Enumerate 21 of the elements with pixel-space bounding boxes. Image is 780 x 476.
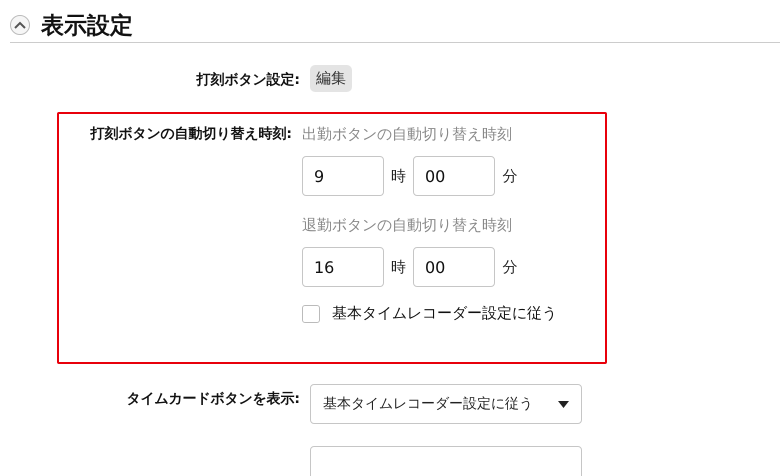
unit-label: 時 [390,166,407,186]
edit-button[interactable]: 編集 [310,65,352,92]
collapse-toggle-icon[interactable] [10,15,30,35]
checkbox-label: 基本タイムレコーダー設定に従う [332,304,557,323]
unit-label: 分 [502,258,518,276]
dropdown[interactable] [310,446,582,476]
unit-label: 分 [502,166,518,186]
field-label: タイムカードボタンを表示: [126,390,300,408]
field-label: 打刻ボタンの自動切り替え時刻: [90,125,292,143]
dropdown[interactable]: 基本タイムレコーダー設定に従う [310,384,582,424]
hour-field[interactable]: 16 [302,247,384,287]
unit-label: 時 [390,258,407,276]
minute-field[interactable]: 00 [413,247,495,287]
caret-icon [558,400,569,408]
minute-field[interactable]: 00 [413,156,495,196]
checkbox[interactable] [302,304,320,322]
field-caption: 出勤ボタンの自動切り替え時刻 [302,125,512,145]
field-label: 打刻ボタン設定: [196,71,300,89]
section-title: 表示設定 [41,12,133,40]
hour-field[interactable]: 9 [302,156,384,196]
field-caption: 退勤ボタンの自動切り替え時刻 [302,216,512,236]
